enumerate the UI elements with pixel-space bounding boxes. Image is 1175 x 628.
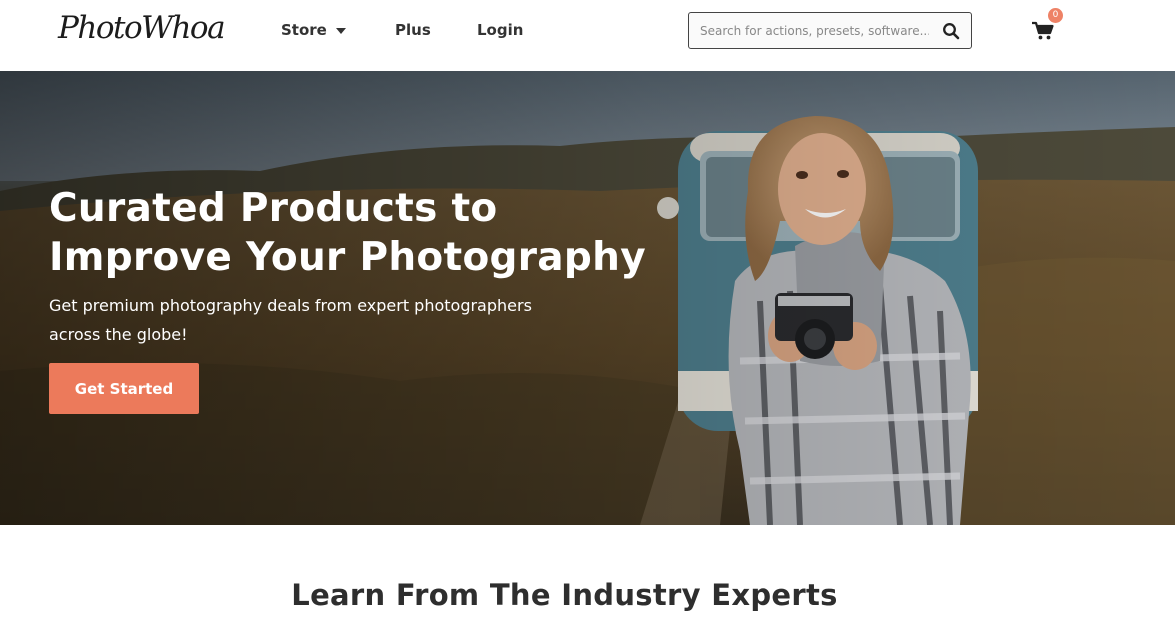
chevron-down-icon <box>335 27 346 34</box>
logo[interactable]: PhotoWhoa <box>58 10 226 46</box>
get-started-button[interactable]: Get Started <box>49 363 199 414</box>
hero-banner: Curated Products to Improve Your Photogr… <box>0 71 1175 525</box>
site-header: PhotoWhoa Store Plus Login 0 <box>0 0 1175 71</box>
search-input[interactable] <box>689 13 929 48</box>
cart-count-badge: 0 <box>1048 8 1063 23</box>
hero-subtitle: Get premium photography deals from exper… <box>49 296 532 344</box>
hero-title: Curated Products to Improve Your Photogr… <box>49 186 646 280</box>
section-title: Learn From The Industry Experts <box>291 578 838 612</box>
search-icon[interactable] <box>942 22 960 40</box>
search-box <box>688 12 972 49</box>
nav-plus[interactable]: Plus <box>395 21 431 39</box>
nav-login[interactable]: Login <box>477 21 523 39</box>
nav-store-label: Store <box>281 21 327 39</box>
nav-store[interactable]: Store <box>281 21 346 39</box>
